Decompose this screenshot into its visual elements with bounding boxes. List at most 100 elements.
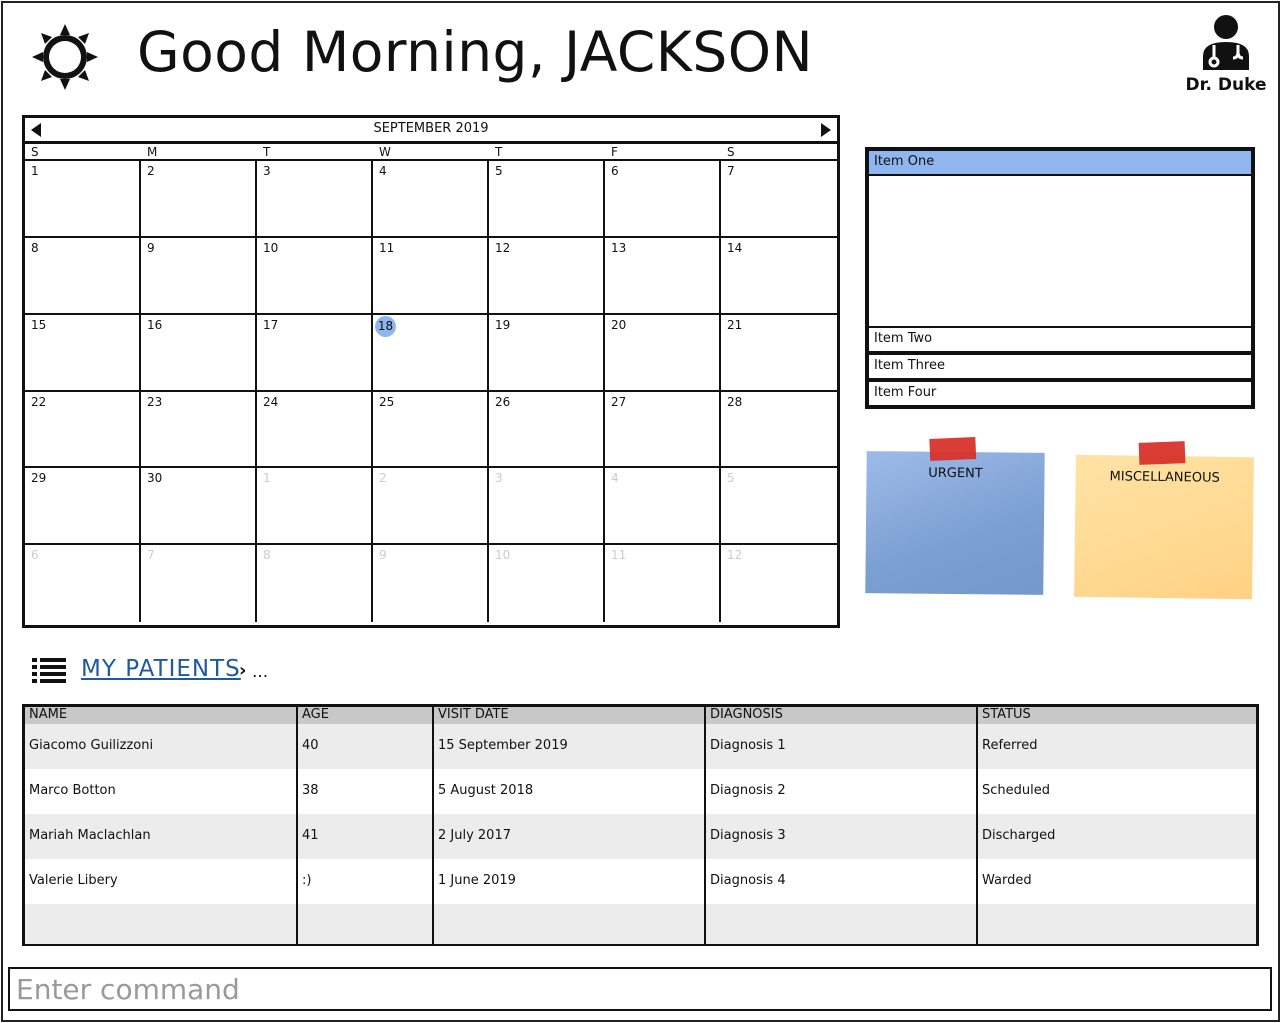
- calendar-day-number: 16: [147, 317, 163, 332]
- calendar-day-cell[interactable]: 20: [605, 314, 721, 392]
- urgent-sticky-note[interactable]: URGENT: [865, 437, 1045, 595]
- table-row[interactable]: Giacomo Guilizzoni 40 15 September 2019 …: [25, 724, 1256, 769]
- calendar-day-cell[interactable]: 3: [257, 161, 373, 238]
- calendar-day-cell[interactable]: 4: [605, 468, 721, 546]
- calendar-day-number: 22: [31, 394, 47, 409]
- calendar-day-cell[interactable]: 7: [721, 161, 837, 238]
- calendar-day-number: 2: [379, 471, 387, 486]
- calendar-day-cell[interactable]: 16: [141, 314, 257, 392]
- calendar-day-number: 1: [31, 164, 39, 178]
- cell-visit-date: 2 July 2017: [434, 814, 706, 859]
- calendar-day-cell[interactable]: 22: [25, 391, 141, 469]
- breadcrumb-separator: ›: [239, 660, 247, 681]
- calendar-day-number: 21: [727, 317, 743, 332]
- calendar-day-cell[interactable]: 1: [257, 468, 373, 546]
- calendar-day-cell[interactable]: 6: [605, 161, 721, 238]
- calendar-day-cell[interactable]: 12: [489, 237, 605, 315]
- calendar-day-cell[interactable]: 9: [373, 545, 489, 622]
- cell-name: Marco Botton: [25, 769, 298, 814]
- my-patients-link[interactable]: MY PATIENTS: [81, 656, 241, 682]
- accordion-item-one[interactable]: Item One: [867, 149, 1253, 176]
- calendar-day-cell[interactable]: 30: [141, 468, 257, 546]
- calendar-day-cell[interactable]: 10: [257, 237, 373, 315]
- calendar-day-cell[interactable]: 4: [373, 161, 489, 238]
- calendar-day-number: 29: [31, 471, 47, 486]
- cell-age: 38: [298, 769, 434, 814]
- accordion-item-three[interactable]: Item Three: [867, 353, 1253, 380]
- column-header-name[interactable]: NAME: [25, 707, 298, 724]
- calendar-day-number: 20: [611, 317, 627, 332]
- calendar-day-number: 5: [727, 471, 735, 486]
- calendar-day-cell[interactable]: 17: [257, 314, 373, 392]
- calendar-day-number: 11: [379, 240, 395, 255]
- calendar-day-number: 4: [611, 471, 619, 486]
- accordion-item-one-body: [867, 176, 1253, 326]
- table-header-row: NAME AGE VISIT DATE DIAGNOSIS STATUS: [25, 707, 1256, 724]
- calendar-day-cell[interactable]: 3: [489, 468, 605, 546]
- column-header-diagnosis[interactable]: DIAGNOSIS: [706, 707, 978, 724]
- calendar-day-cell[interactable]: 15: [25, 314, 141, 392]
- tape-icon: [1138, 441, 1186, 465]
- calendar-day-number: 12: [495, 240, 511, 255]
- calendar-day-number: 17: [263, 317, 279, 332]
- list-icon[interactable]: [32, 658, 66, 684]
- cell-status: Warded: [978, 859, 1256, 904]
- calendar-day-cell[interactable]: 12: [721, 545, 837, 622]
- calendar-day-cell[interactable]: 13: [605, 237, 721, 315]
- column-header-status[interactable]: STATUS: [978, 707, 1256, 724]
- table-row[interactable]: Mariah Maclachlan 41 2 July 2017 Diagnos…: [25, 814, 1256, 859]
- calendar-day-cell[interactable]: 19: [489, 314, 605, 392]
- calendar-day-cell[interactable]: 26: [489, 391, 605, 469]
- empty-cell: [434, 904, 706, 944]
- doctor-profile[interactable]: Dr. Duke: [1184, 14, 1268, 95]
- calendar-day-cell[interactable]: 14: [721, 238, 837, 315]
- calendar-day-cell[interactable]: 2: [373, 468, 489, 546]
- calendar-day-number: 7: [147, 548, 155, 563]
- calendar-day-cell[interactable]: 27: [605, 391, 721, 469]
- cell-name: Valerie Libery: [25, 859, 298, 904]
- empty-cell: [706, 904, 978, 944]
- breadcrumb-more[interactable]: ...: [252, 662, 268, 682]
- weekday-label: T: [495, 145, 503, 159]
- calendar-day-cell[interactable]: 1: [25, 161, 141, 238]
- calendar-day-cell[interactable]: 8: [257, 545, 373, 622]
- chevron-left-icon[interactable]: [31, 123, 41, 137]
- calendar-day-cell[interactable]: 5: [721, 468, 837, 546]
- command-input[interactable]: [8, 967, 1272, 1011]
- calendar-day-number: 3: [263, 164, 271, 178]
- calendar-day-cell[interactable]: 8: [25, 237, 141, 315]
- calendar-day-cell[interactable]: 24: [257, 391, 373, 469]
- accordion-item-two[interactable]: Item Two: [867, 326, 1253, 353]
- cell-name: Mariah Maclachlan: [25, 814, 298, 859]
- calendar-day-cell[interactable]: 9: [141, 237, 257, 315]
- column-header-visit-date[interactable]: VISIT DATE: [434, 707, 706, 724]
- calendar-day-cell[interactable]: 23: [141, 391, 257, 469]
- calendar-day-number: 23: [147, 394, 163, 409]
- calendar-day-cell[interactable]: 18: [373, 314, 489, 392]
- calendar-day-cell[interactable]: 10: [489, 545, 605, 622]
- calendar-day-cell[interactable]: 5: [489, 161, 605, 238]
- table-row[interactable]: Marco Botton 38 5 August 2018 Diagnosis …: [25, 769, 1256, 814]
- weekday-label: F: [611, 145, 618, 159]
- calendar-day-number: 10: [495, 548, 511, 563]
- calendar-day-cell[interactable]: 21: [721, 315, 837, 392]
- calendar-day-cell[interactable]: 11: [373, 237, 489, 315]
- calendar-month-label: SEPTEMBER 2019: [373, 121, 489, 136]
- calendar-day-cell[interactable]: 29: [25, 468, 141, 546]
- misc-sticky-note[interactable]: MISCELLANEOUS: [1074, 441, 1254, 600]
- calendar-day-cell[interactable]: 25: [373, 391, 489, 469]
- accordion-item-four[interactable]: Item Four: [867, 380, 1253, 407]
- calendar-day-cell[interactable]: 2: [141, 161, 257, 238]
- column-header-age[interactable]: AGE: [298, 707, 434, 724]
- weekday-label: W: [379, 145, 391, 159]
- calendar-day-cell[interactable]: 7: [141, 545, 257, 622]
- table-row[interactable]: Valerie Libery :) 1 June 2019 Diagnosis …: [25, 859, 1256, 904]
- calendar-day-cell[interactable]: 6: [25, 545, 141, 622]
- calendar-day-cell[interactable]: 11: [605, 545, 721, 622]
- calendar-day-cell[interactable]: 28: [721, 392, 837, 469]
- calendar-day-number: 5: [495, 164, 503, 178]
- calendar-day-number: 19: [495, 317, 511, 332]
- calendar: SEPTEMBER 2019 SMTWTFS 1 2 3 4 5 6 7 8 9 10 11 12 13…: [22, 115, 840, 628]
- chevron-right-icon[interactable]: [821, 123, 831, 137]
- cell-age: 40: [298, 724, 434, 769]
